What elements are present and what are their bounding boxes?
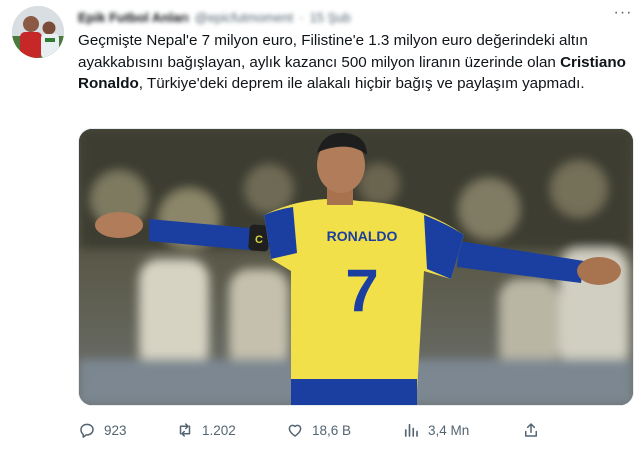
like-button[interactable]: 18,6 B [286,418,351,442]
tweet: Epik Futbol Anları @epicfutmoment · 15 Ş… [0,0,640,455]
tweet-text: Geçmişte Nepal'e 7 milyon euro, Filistin… [78,30,626,95]
jersey-name: RONALDO [327,228,398,244]
tweet-text-part-1: Geçmişte Nepal'e 7 milyon euro, Filistin… [78,32,588,71]
tweet-date[interactable]: 15 Şub [310,10,351,25]
retweet-button[interactable]: 1.202 [176,418,236,442]
avatar-image [12,6,64,58]
more-options-label: ··· [613,4,633,21]
share-button[interactable] [522,418,540,442]
jersey-number: 7 [345,257,378,324]
views-button[interactable]: 3,4 Mn [402,418,469,442]
share-icon [525,423,537,437]
reply-icon [80,423,94,438]
reply-count: 923 [104,422,127,438]
retweet-count: 1.202 [202,422,236,438]
avatar[interactable] [12,6,64,58]
header-separator: · [299,9,304,25]
tweet-text-part-2: , Türkiye'deki deprem ile alakalı hiçbir… [138,75,585,92]
retweet-icon [179,423,191,437]
more-options-icon[interactable]: ··· [610,2,636,24]
like-count: 18,6 B [312,422,352,438]
tweet-media-photo[interactable]: C RONALDO 7 [78,128,634,406]
reply-button[interactable]: 923 [78,418,127,442]
photo-illustration: C RONALDO 7 [79,129,633,405]
author-handle[interactable]: @epicfutmoment [195,10,293,25]
armband-letter: C [255,234,263,246]
heart-icon [288,424,302,437]
tweet-actions: 923 1.202 18,6 B 3,4 Mn [78,418,626,442]
tweet-header: Epik Futbol Anları @epicfutmoment · 15 Ş… [78,8,351,26]
analytics-icon [404,423,418,437]
author-name[interactable]: Epik Futbol Anları [78,10,189,25]
views-count: 3,4 Mn [428,422,470,438]
